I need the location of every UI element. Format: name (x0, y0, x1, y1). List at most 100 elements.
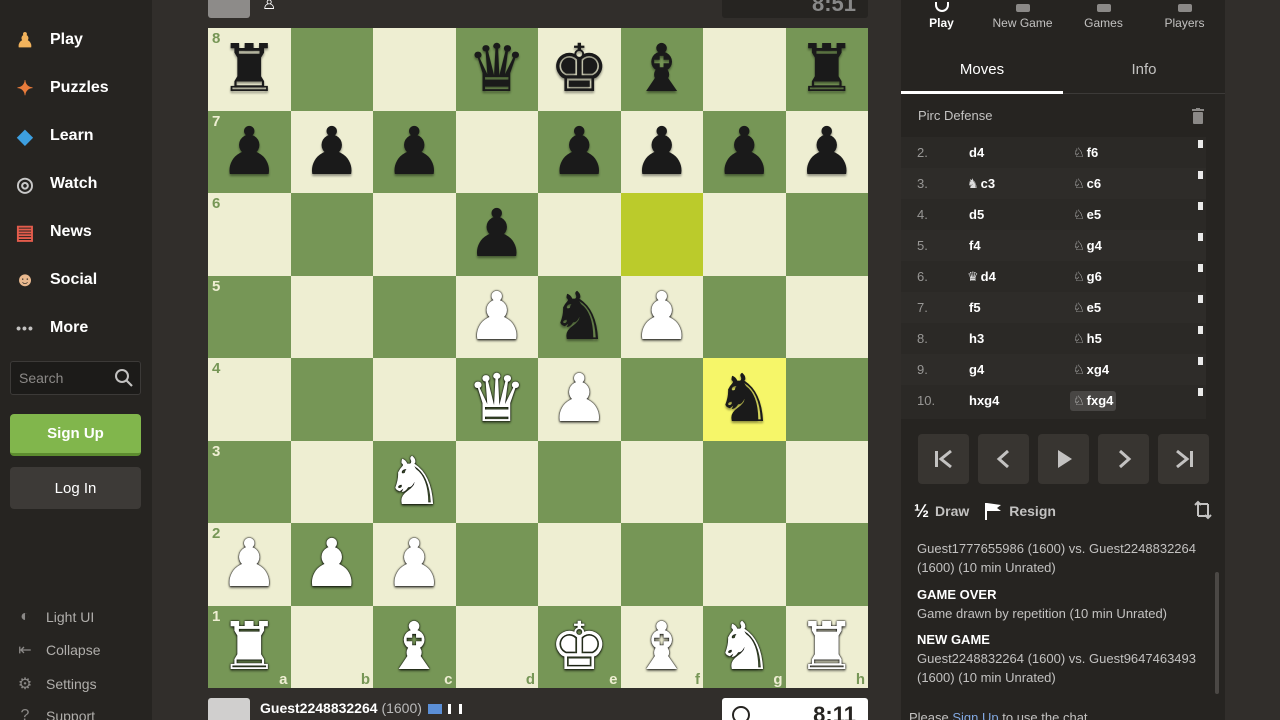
white-move[interactable]: f4 (967, 238, 981, 254)
chess-board[interactable]: 8 ♜ ♛ ♚ ♝ ♜ 7 ♟ ♟ ♟ ♟ ♟ ♟ ♟ 6 ♟ 5 ♟ ♞ ♟ 4 ♛ ♟ ♞ 3 ♞ 2 ♟ ♟ ♟ 1 a ♜ b c ♝ d e ♚ f… (208, 28, 868, 688)
square-e3[interactable] (538, 440, 621, 523)
sidebar-item-more[interactable]: ••• More (10, 308, 145, 348)
sidebar-item-watch[interactable]: ◎ Watch (10, 164, 145, 204)
square-g1[interactable]: g ♞ (703, 605, 786, 688)
white-pawn-icon[interactable]: ♟ (550, 366, 609, 432)
white-bishop-icon[interactable]: ♝ (385, 613, 444, 680)
square-h1[interactable]: h ♜ (785, 605, 868, 688)
tab-info[interactable]: Info (1063, 46, 1225, 93)
sidebar-item-learn[interactable]: ◆ Learn (10, 116, 145, 156)
flip-board-icon[interactable] (1192, 499, 1214, 521)
square-c8[interactable] (373, 28, 456, 111)
sidebar-item-puzzles[interactable]: ✦ Puzzles (10, 68, 145, 108)
tab-games[interactable]: Games (1063, 0, 1144, 36)
black-move[interactable]: ♘ xg4 (1070, 360, 1112, 380)
square-e2[interactable] (538, 523, 621, 606)
white-move[interactable]: h3 (967, 331, 984, 347)
sidebar-item-news[interactable]: ▤ News (10, 212, 145, 252)
square-a5[interactable]: 5 (208, 275, 291, 358)
square-c4[interactable] (373, 358, 456, 441)
square-a8[interactable]: 8 ♜ (208, 28, 291, 111)
tab-moves[interactable]: Moves (901, 46, 1063, 94)
square-d5[interactable]: ♟ (455, 275, 538, 358)
last-move-button[interactable] (1158, 434, 1209, 484)
black-king-icon[interactable]: ♚ (550, 36, 609, 102)
avatar[interactable] (208, 698, 250, 720)
chat-sign-up-link[interactable]: Sign Up (952, 710, 998, 720)
black-rook-icon[interactable]: ♜ (797, 36, 856, 102)
light-ui-toggle[interactable]: ◐ Light UI (14, 605, 144, 629)
square-f6[interactable] (620, 193, 703, 276)
black-bishop-icon[interactable]: ♝ (632, 36, 691, 102)
black-move[interactable]: ♘ c6 (1070, 174, 1104, 194)
white-rook-icon[interactable]: ♜ (797, 613, 856, 680)
square-e5[interactable]: ♞ (538, 275, 621, 358)
square-a1[interactable]: 1 a ♜ (208, 605, 291, 688)
tab-players[interactable]: Players (1144, 0, 1225, 36)
black-move[interactable]: ♘ fxg4 (1070, 390, 1117, 411)
white-knight-icon[interactable]: ♞ (715, 613, 774, 680)
black-rook-icon[interactable]: ♜ (220, 36, 279, 102)
square-g5[interactable] (703, 275, 786, 358)
move-list[interactable]: 2. d4 ♘ f6 3. ♞ c3 ♘ c6 4. d5 ♘ e5 5. f4 ♘ g4 6. ♛ d4 ♘ g6 7. f… (901, 137, 1206, 419)
square-h8[interactable]: ♜ (785, 28, 868, 111)
square-b6[interactable] (290, 193, 373, 276)
square-a4[interactable]: 4 (208, 358, 291, 441)
square-d3[interactable] (455, 440, 538, 523)
search-input[interactable] (19, 370, 109, 386)
square-h3[interactable] (785, 440, 868, 523)
first-move-button[interactable] (918, 434, 969, 484)
white-move[interactable]: hxg4 (967, 393, 999, 409)
square-h6[interactable] (785, 193, 868, 276)
square-g7[interactable]: ♟ (703, 110, 786, 193)
white-pawn-icon[interactable]: ♟ (467, 283, 526, 350)
white-pawn-icon[interactable]: ♟ (302, 531, 361, 597)
square-g8[interactable] (703, 28, 786, 111)
square-b8[interactable] (290, 28, 373, 111)
square-d1[interactable]: d (455, 605, 538, 688)
square-e4[interactable]: ♟ (538, 358, 621, 441)
black-move[interactable]: ♘ e5 (1070, 205, 1104, 225)
square-b3[interactable] (290, 440, 373, 523)
white-move[interactable]: ♞ c3 (967, 176, 995, 192)
support-link[interactable]: ? Support (14, 704, 144, 720)
black-move[interactable]: ♘ h5 (1070, 329, 1105, 349)
white-rook-icon[interactable]: ♜ (220, 613, 279, 680)
collapse-button[interactable]: ⇤ Collapse (14, 638, 144, 662)
square-c1[interactable]: c ♝ (373, 605, 456, 688)
log-in-button[interactable]: Log In (10, 467, 141, 509)
white-king-icon[interactable]: ♚ (550, 613, 609, 680)
black-pawn-icon[interactable]: ♟ (467, 201, 526, 267)
settings-link[interactable]: ⚙ Settings (14, 672, 144, 696)
square-c6[interactable] (373, 193, 456, 276)
square-g6[interactable] (703, 193, 786, 276)
square-f1[interactable]: f ♝ (620, 605, 703, 688)
white-move[interactable]: d4 (967, 145, 984, 161)
search-icon[interactable] (114, 368, 134, 388)
white-pawn-icon[interactable]: ♟ (385, 531, 444, 597)
square-f3[interactable] (620, 440, 703, 523)
white-bishop-icon[interactable]: ♝ (632, 613, 691, 680)
square-a6[interactable]: 6 (208, 193, 291, 276)
black-knight-icon[interactable]: ♞ (550, 283, 609, 350)
black-move[interactable]: ♘ g4 (1070, 236, 1105, 256)
black-pawn-icon[interactable]: ♟ (632, 118, 691, 185)
sidebar-item-play[interactable]: ♟ Play (10, 20, 145, 60)
square-a7[interactable]: 7 ♟ (208, 110, 291, 193)
sign-up-button[interactable]: Sign Up (10, 414, 141, 456)
white-move[interactable]: d5 (967, 207, 984, 223)
square-d8[interactable]: ♛ (455, 28, 538, 111)
white-pawn-icon[interactable]: ♟ (220, 531, 279, 597)
square-g4[interactable]: ♞ (703, 358, 786, 441)
player-name[interactable]: Guest2248832264 (260, 700, 378, 716)
square-h7[interactable]: ♟ (785, 110, 868, 193)
square-g2[interactable] (703, 523, 786, 606)
square-b4[interactable] (290, 358, 373, 441)
square-h4[interactable] (785, 358, 868, 441)
white-knight-icon[interactable]: ♞ (385, 448, 444, 515)
square-g3[interactable] (703, 440, 786, 523)
square-e6[interactable] (538, 193, 621, 276)
tab-new-game[interactable]: New Game (982, 0, 1063, 36)
square-a3[interactable]: 3 (208, 440, 291, 523)
square-c5[interactable] (373, 275, 456, 358)
